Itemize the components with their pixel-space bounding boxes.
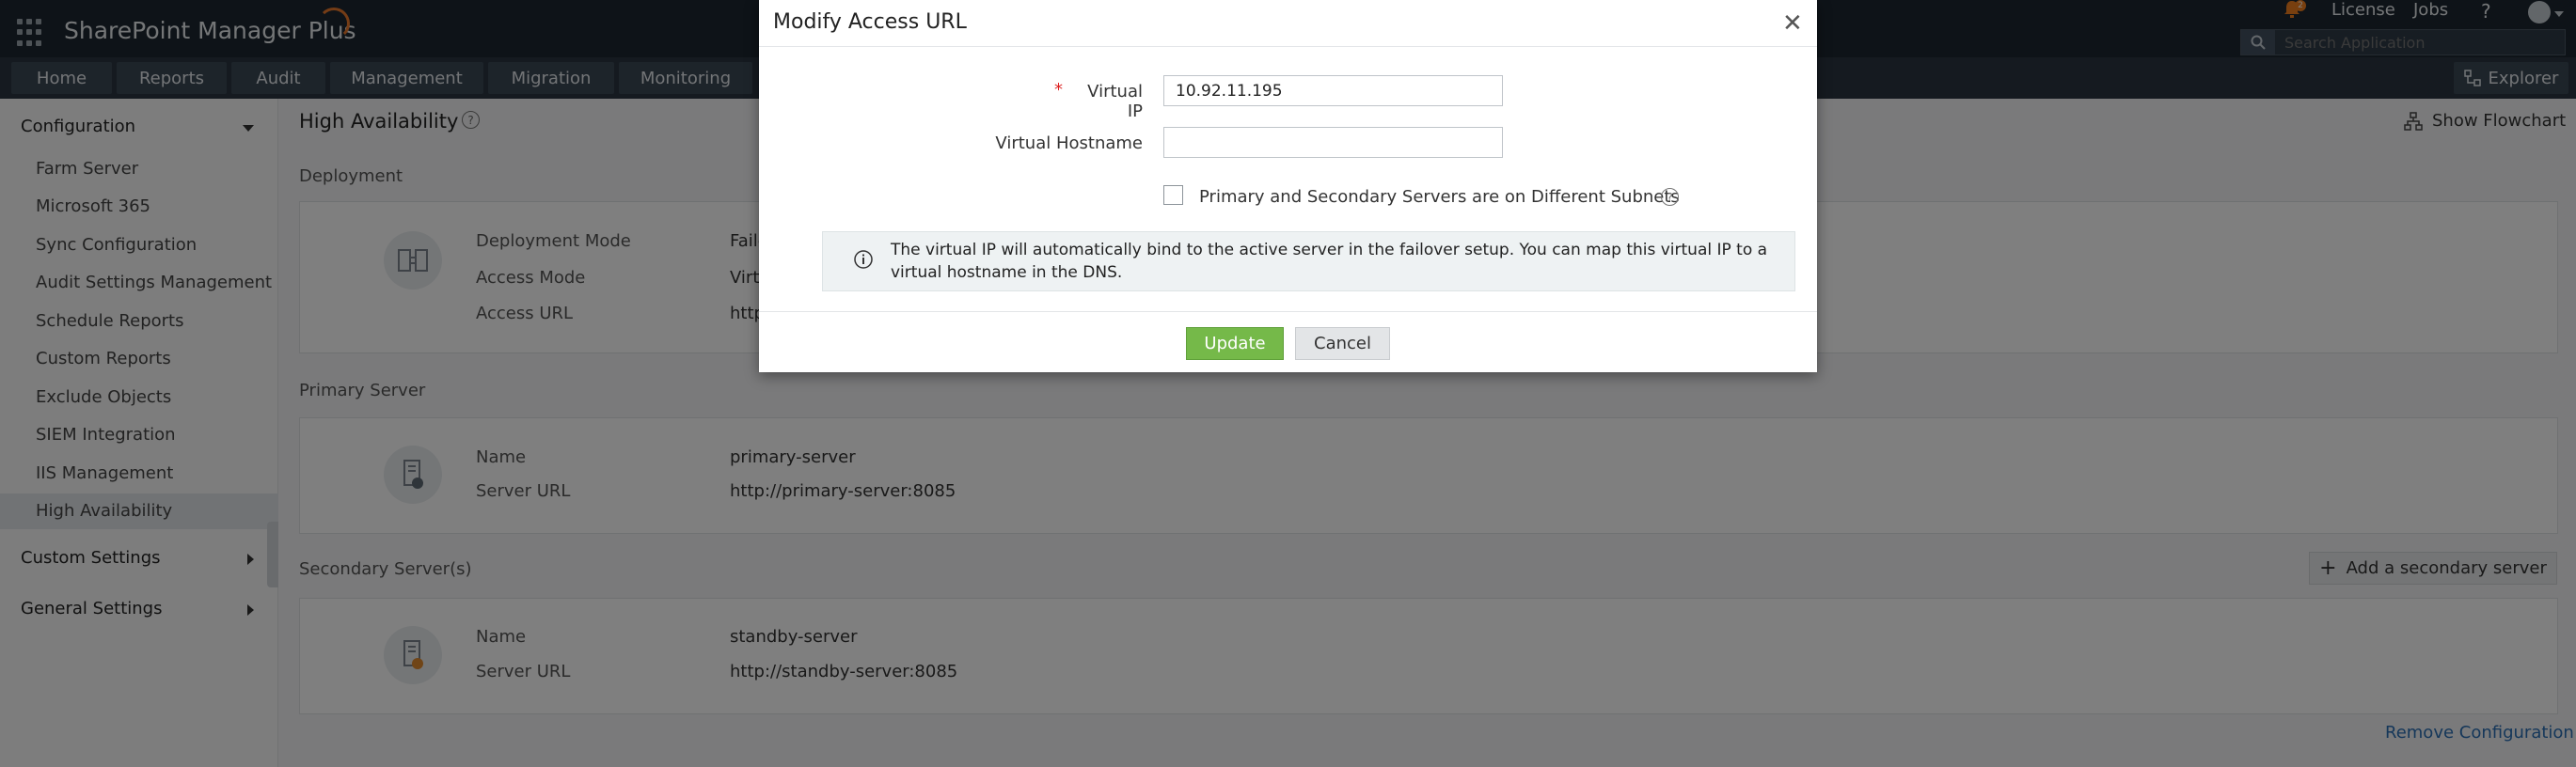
cancel-button[interactable]: Cancel: [1295, 327, 1390, 360]
virtual-hostname-label: Virtual Hostname: [995, 133, 1143, 153]
dialog-footer-divider: [759, 311, 1817, 312]
close-icon[interactable]: ✕: [1782, 9, 1803, 38]
info-box: The virtual IP will automatically bind t…: [822, 231, 1795, 291]
info-icon: [853, 249, 874, 274]
modify-access-url-dialog: Modify Access URL ✕ * Virtual IP Virtual…: [759, 0, 1817, 372]
dialog-title: Modify Access URL: [773, 10, 967, 34]
required-asterisk: *: [1054, 80, 1063, 100]
virtual-ip-label: Virtual IP: [1087, 82, 1143, 121]
different-subnets-label: Primary and Secondary Servers are on Dif…: [1199, 187, 1680, 207]
different-subnets-checkbox[interactable]: [1163, 185, 1183, 205]
dialog-header-divider: [759, 46, 1817, 47]
info-text-line-2: virtual hostname in the DNS.: [891, 263, 1123, 282]
info-text-line-1: The virtual IP will automatically bind t…: [891, 241, 1768, 259]
virtual-hostname-input[interactable]: [1163, 127, 1503, 158]
update-button[interactable]: Update: [1186, 327, 1284, 360]
subnet-help-icon[interactable]: ?: [1661, 188, 1679, 206]
virtual-ip-input[interactable]: [1163, 75, 1503, 106]
